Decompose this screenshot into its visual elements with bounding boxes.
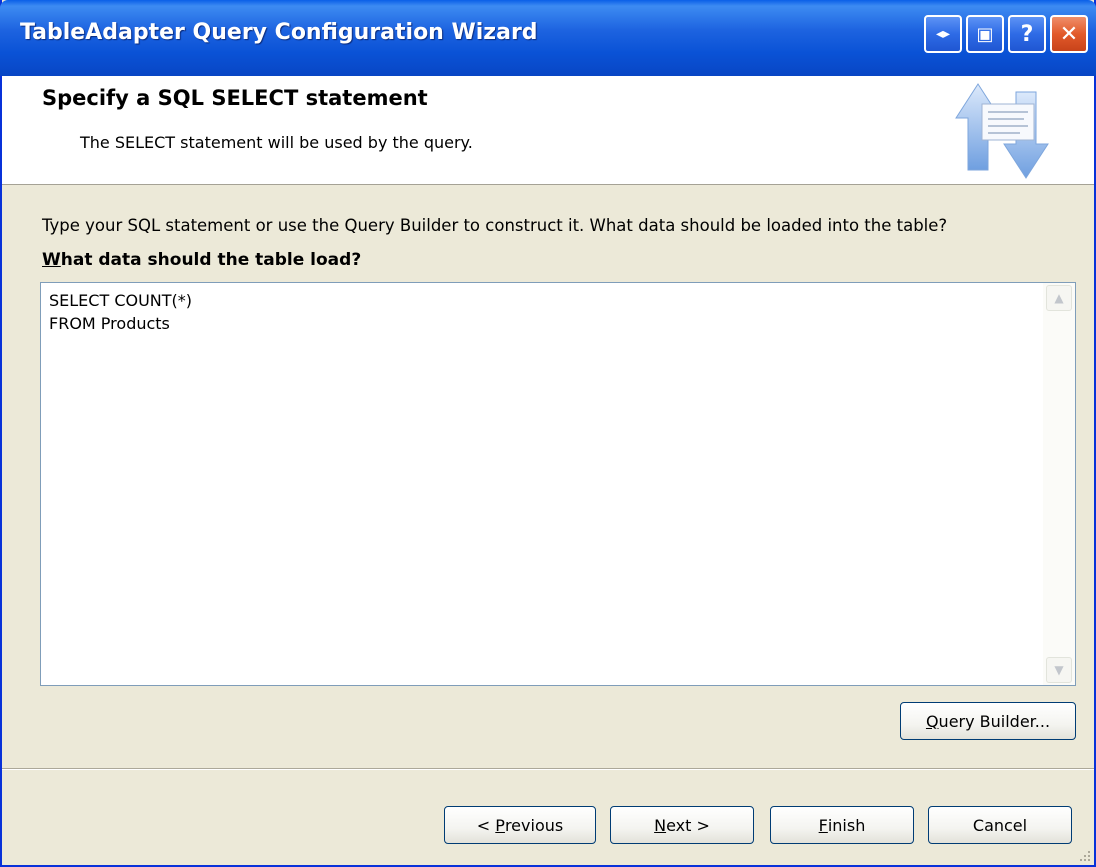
cancel-button[interactable]: Cancel xyxy=(928,806,1072,844)
help-button[interactable]: ? xyxy=(1008,15,1046,53)
footer-divider xyxy=(2,768,1094,770)
restore-button[interactable]: ▣ xyxy=(966,15,1004,53)
resize-icon: ◂▸ xyxy=(935,26,951,42)
wizard-window: TableAdapter Query Configuration Wizard … xyxy=(0,0,1096,867)
close-icon: ✕ xyxy=(1059,21,1079,47)
page-title: Specify a SQL SELECT statement xyxy=(42,86,428,110)
finish-button[interactable]: Finish xyxy=(770,806,914,844)
instruction-text: Type your SQL statement or use the Query… xyxy=(42,216,948,235)
previous-label: revious xyxy=(504,815,564,835)
query-builder-mnemonic: Q xyxy=(925,711,939,731)
help-icon: ? xyxy=(1020,21,1034,47)
query-builder-label: uery Builder... xyxy=(938,711,1051,731)
sql-prompt-mnemonic: W xyxy=(42,250,61,270)
next-button[interactable]: Next > xyxy=(610,806,754,844)
resize-grip-icon[interactable] xyxy=(1076,847,1092,863)
scroll-down-icon[interactable]: ▼ xyxy=(1046,657,1072,683)
page-subtitle: The SELECT statement will be used by the… xyxy=(80,133,473,152)
next-label: ext > xyxy=(666,815,710,835)
sql-transfer-icon xyxy=(955,83,1049,179)
previous-mnemonic: P xyxy=(495,815,505,835)
sql-prompt-label: What data should the table load? xyxy=(42,250,361,270)
sql-statement-editor[interactable]: SELECT COUNT(*) FROM Products ▲ ▼ xyxy=(40,282,1076,686)
resize-button[interactable]: ◂▸ xyxy=(924,15,962,53)
vertical-scrollbar[interactable]: ▲ ▼ xyxy=(1043,283,1075,685)
previous-prefix: < xyxy=(476,815,496,835)
query-builder-button[interactable]: Query Builder... xyxy=(900,702,1076,740)
finish-mnemonic: F xyxy=(818,815,828,835)
window-title: TableAdapter Query Configuration Wizard xyxy=(20,20,538,45)
close-button[interactable]: ✕ xyxy=(1050,15,1088,53)
next-mnemonic: N xyxy=(654,815,667,835)
finish-label: inish xyxy=(827,815,866,835)
restore-icon: ▣ xyxy=(976,23,994,45)
sql-prompt-text: hat data should the table load? xyxy=(60,250,362,270)
wizard-header: Specify a SQL SELECT statement The SELEC… xyxy=(2,76,1094,185)
sql-statement-text[interactable]: SELECT COUNT(*) FROM Products xyxy=(49,289,1039,679)
scroll-up-icon[interactable]: ▲ xyxy=(1046,285,1072,311)
title-bar[interactable]: TableAdapter Query Configuration Wizard … xyxy=(0,0,1096,76)
previous-button[interactable]: < Previous xyxy=(444,806,596,844)
